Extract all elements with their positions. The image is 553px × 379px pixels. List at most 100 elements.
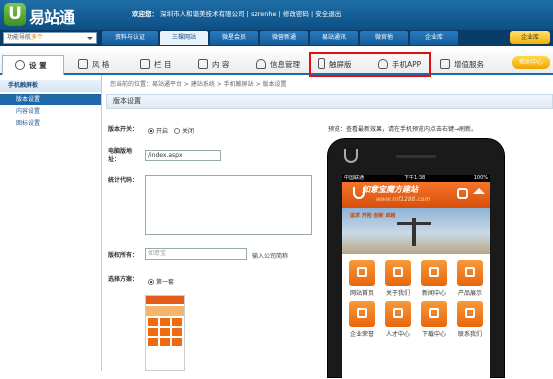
function-nav-label: 功能导航 — [7, 34, 32, 41]
grid-label: 联系我们 — [457, 331, 482, 338]
scheme-option: 第一套 — [148, 277, 174, 286]
sidebar: 手机触屏板 版本设置 内容设置 图标设置 — [0, 75, 102, 371]
switch-options: 开启 关闭 — [148, 126, 194, 135]
grid-item-talent[interactable]: 人才中心 — [382, 301, 414, 338]
content-icon — [198, 59, 208, 69]
scheme-label: 选择方案： — [108, 276, 139, 283]
style-icon — [78, 59, 88, 69]
grid-label: 新闻中心 — [421, 290, 446, 297]
thumb-grid — [146, 316, 184, 348]
phone-speaker — [396, 155, 436, 158]
grid-label: 网站首页 — [349, 290, 374, 297]
logo-text: 易站通 — [29, 8, 75, 27]
info-icon — [256, 59, 266, 69]
tab-column[interactable]: 栏 目 — [140, 55, 190, 75]
radio-off[interactable] — [173, 128, 180, 134]
switch-label: 版本开关： — [108, 126, 139, 133]
top-header: U 易站通 欢迎您： 深圳市人和谐美技术有限公司 | szrenhe | 修改密… — [0, 0, 553, 30]
app-logo[interactable]: U 易站通 — [4, 3, 96, 27]
pc-address-label: 电脑版地址： — [108, 148, 133, 163]
nav-item[interactable]: 微官他 — [360, 31, 408, 45]
logo-icon: U — [4, 3, 26, 26]
chevron-down-icon — [87, 37, 93, 43]
service-icon — [440, 59, 450, 69]
preview-hint: 预览：查看最新效果，请在手机预览内点击右键→刷新。 — [328, 126, 478, 133]
separator: | — [310, 10, 314, 18]
function-nav-suffix: 多个 — [31, 34, 44, 41]
nav-item[interactable]: 资料与认证 — [102, 31, 158, 45]
thumb-banner — [146, 306, 184, 316]
honor-icon — [349, 301, 375, 327]
grid-item-about[interactable]: 关于我们 — [382, 260, 414, 297]
sidebar-item-icon[interactable]: 图标设置 — [0, 118, 101, 129]
tab-label: 设 置 — [29, 61, 47, 70]
product-icon — [457, 260, 483, 286]
tab-content[interactable]: 内 容 — [198, 55, 248, 75]
home-icon — [349, 260, 375, 286]
module-tabs: 设 置 风 格 栏 目 内 容 信息管理 触屏版 手机APP 增值服务 — [0, 52, 553, 75]
nav-item[interactable]: 微星会员 — [210, 31, 258, 45]
nav-item[interactable]: 易站通讯 — [310, 31, 358, 45]
highlight-box — [309, 52, 431, 77]
grid-label: 产品展示 — [457, 290, 482, 297]
grid-label: 关于我们 — [385, 290, 410, 297]
copyright-input[interactable]: 如意宝 — [145, 248, 247, 260]
sidebar-heading: 手机触屏板 — [0, 80, 101, 92]
function-nav-dropdown[interactable]: 功能导航多个 — [3, 32, 97, 44]
mobile-site-header: 如意宝魔方建站 www.mf1288.com — [342, 182, 490, 208]
tab-info[interactable]: 信息管理 — [256, 55, 316, 75]
grid-item-product[interactable]: 产品展示 — [454, 260, 486, 297]
tab-label: 内 容 — [212, 60, 230, 69]
tab-settings[interactable]: 设 置 — [2, 55, 64, 75]
gear-icon — [15, 60, 25, 70]
panel-title: 版本设置 — [106, 94, 553, 109]
nav-item[interactable]: 微营新通 — [260, 31, 308, 45]
sidebar-item-version[interactable]: 版本设置 — [0, 94, 101, 105]
sidebar-item-content[interactable]: 内容设置 — [0, 106, 101, 117]
tab-service[interactable]: 增值服务 — [440, 55, 500, 75]
status-bar: 中国联通 下午1:38 100% — [342, 175, 490, 182]
site-url: www.mf1288.com — [376, 196, 431, 203]
tab-style[interactable]: 风 格 — [78, 55, 128, 75]
pc-address-input[interactable]: /index.aspx — [145, 150, 221, 161]
tab-label: 栏 目 — [154, 60, 172, 69]
grid-label: 企业荣誉 — [349, 331, 374, 338]
home-icon[interactable] — [473, 188, 485, 194]
welcome-prefix: 欢迎您： — [132, 10, 158, 18]
scheme-thumbnail[interactable] — [145, 295, 185, 371]
about-icon — [385, 260, 411, 286]
radio-scheme[interactable] — [148, 279, 154, 285]
tab-label: 信息管理 — [270, 60, 300, 69]
grid-label: 下载中心 — [421, 331, 446, 338]
tab-label: 增值服务 — [454, 60, 484, 69]
stats-code-textarea[interactable] — [145, 175, 312, 235]
grid-item-contact[interactable]: 联系我们 — [454, 301, 486, 338]
user-button[interactable]: 企业库 — [510, 31, 550, 44]
column-icon — [140, 59, 150, 69]
breadcrumb: 您当前的位置：易站通平台 > 建站系统 > 手机触屏站 > 版本设置 — [110, 81, 287, 88]
banner-text: 追求 开拓 创新 卓越 — [350, 213, 396, 219]
talent-icon — [385, 301, 411, 327]
download-icon — [421, 301, 447, 327]
username: szrenhe — [250, 10, 277, 18]
phone-icon[interactable] — [457, 188, 468, 199]
grid-item-download[interactable]: 下载中心 — [418, 301, 450, 338]
logout-link[interactable]: 安全退出 — [315, 10, 341, 18]
help-button[interactable]: 帮助中心 — [512, 56, 550, 69]
grid-label: 人才中心 — [385, 331, 410, 338]
nav-item[interactable]: 企业库 — [410, 31, 458, 45]
stats-code-label: 统计代码： — [108, 177, 139, 184]
news-icon — [421, 260, 447, 286]
phone-logo-icon — [344, 149, 358, 163]
phone-preview: 中国联通 下午1:38 100% 如意宝魔方建站 www.mf1288.com … — [327, 138, 505, 379]
grid-item-honor[interactable]: 企业荣誉 — [346, 301, 378, 338]
nav-item-active[interactable]: 三棵网站 — [160, 31, 208, 45]
radio-on[interactable] — [148, 128, 154, 134]
change-password-link[interactable]: 修改密码 — [283, 10, 309, 18]
grid-item-home[interactable]: 网站首页 — [346, 260, 378, 297]
grid-item-news[interactable]: 新闻中心 — [418, 260, 450, 297]
contact-icon — [457, 301, 483, 327]
banner-figure — [412, 218, 416, 246]
battery: 100% — [473, 175, 488, 181]
on-label: 开启 — [156, 128, 169, 135]
